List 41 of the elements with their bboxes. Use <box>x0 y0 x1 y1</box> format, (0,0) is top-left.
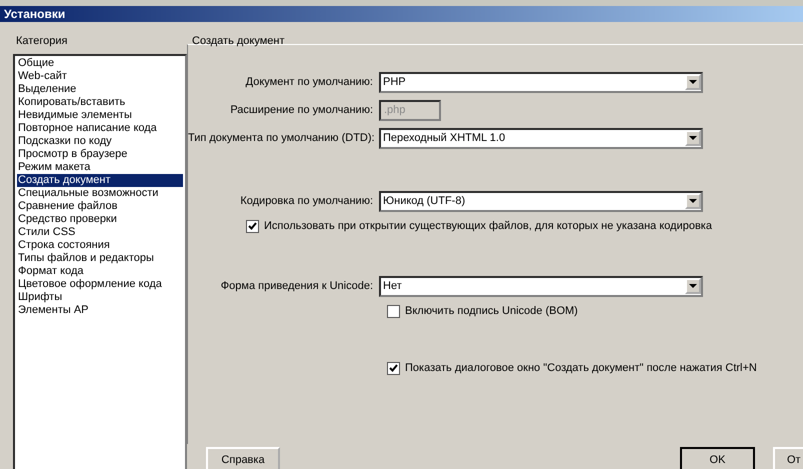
category-item[interactable]: Сравнение файлов <box>17 200 183 212</box>
help-button[interactable]: Справка <box>206 447 280 469</box>
category-label: Категория <box>16 35 68 47</box>
category-item[interactable]: Типы файлов и редакторы <box>17 252 183 264</box>
category-item[interactable]: Web-сайт <box>17 70 183 82</box>
field-label: Кодировка по умолчанию: <box>239 194 374 209</box>
category-item[interactable]: Стили CSS <box>17 226 183 238</box>
category-item[interactable]: Элементы AP <box>17 304 183 316</box>
category-item[interactable]: Специальные возможности <box>17 186 183 200</box>
category-item[interactable]: Подсказки по коду <box>17 134 183 148</box>
category-item[interactable]: Режим макета <box>17 160 183 174</box>
cancel-button[interactable]: От <box>773 447 803 469</box>
ok-button[interactable]: OK <box>680 447 755 469</box>
category-item[interactable]: Невидимые элементы <box>17 108 183 122</box>
field-label: Тип документа по умолчанию (DTD): <box>188 130 376 146</box>
checkbox[interactable] <box>246 220 259 232</box>
category-item[interactable]: Повторное написание кода <box>17 122 183 134</box>
checkbox[interactable] <box>387 362 400 374</box>
field-label: Документ по умолчанию: <box>244 74 374 90</box>
category-item[interactable]: Просмотр в браузере <box>17 148 183 160</box>
dropdown[interactable]: PHP <box>379 72 703 92</box>
window-title: Установки <box>0 6 803 22</box>
category-item[interactable]: Выделение <box>17 82 183 96</box>
dropdown[interactable]: Переходный XHTML 1.0 <box>379 128 703 148</box>
checkbox-label: Включить подпись Unicode (BOM) <box>405 304 578 319</box>
category-item[interactable]: Цветовое оформление кода <box>17 278 183 290</box>
category-item[interactable]: Создать документ <box>17 174 183 186</box>
checkbox[interactable] <box>387 304 400 318</box>
checkbox-label: Показать диалоговое окно "Создать документ" после нажатия Ctrl+N <box>405 360 757 376</box>
dropdown[interactable]: Нет <box>379 276 703 296</box>
category-item[interactable]: Средство проверки <box>17 212 183 226</box>
category-item[interactable]: Строка состояния <box>17 238 183 252</box>
field-label: Форма приведения к Unicode: <box>220 278 374 294</box>
dropdown[interactable]: Юникод (UTF-8) <box>379 190 703 212</box>
category-item[interactable]: Копировать/вставить <box>17 96 183 108</box>
category-item[interactable]: Шрифты <box>17 290 183 304</box>
field-label: Расширение по умолчанию: <box>229 102 374 118</box>
checkbox-label: Использовать при открытии существующих файлов, для которых не указана кодировка <box>264 218 712 234</box>
category-item[interactable]: Формат кода <box>17 264 183 278</box>
category-item[interactable]: Общие <box>17 56 183 70</box>
panel-title: Создать документ <box>192 35 285 47</box>
